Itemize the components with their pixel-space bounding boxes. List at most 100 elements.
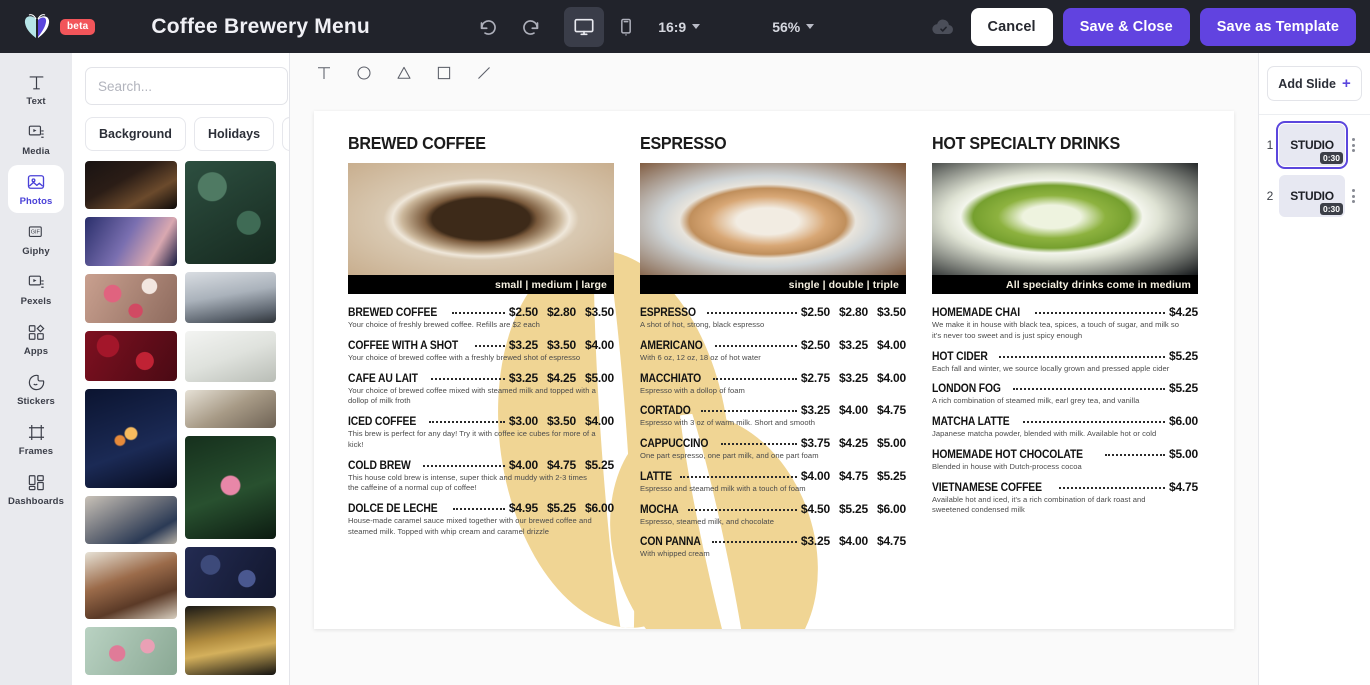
circle-tool-icon[interactable] xyxy=(352,61,376,85)
price: $4.00 xyxy=(584,337,614,352)
zoom-select[interactable]: 56% xyxy=(762,13,824,41)
sidebar-item-apps[interactable]: Apps xyxy=(8,315,64,363)
slide-options-icon[interactable] xyxy=(1349,185,1358,207)
add-slide-button[interactable]: Add Slide + xyxy=(1267,66,1362,101)
menu-item-row: CON PANNA $3.25 $4.00 $4.75 xyxy=(640,534,906,548)
cancel-button[interactable]: Cancel xyxy=(970,7,1053,46)
sidebar-item-pexels[interactable]: Pexels xyxy=(8,265,64,313)
shape-toolbar xyxy=(290,53,1258,93)
chip-background[interactable]: Background xyxy=(85,117,186,151)
brand[interactable]: beta xyxy=(22,13,96,41)
price: $3.25 xyxy=(800,403,830,418)
price: $3.25 xyxy=(508,370,538,385)
zoom-value: 56% xyxy=(772,18,801,35)
menu-item-row: CAPPUCCINO $3.75 $4.25 $5.00 xyxy=(640,436,906,450)
photo-thumbnail[interactable] xyxy=(85,331,177,381)
menu-item-row: LATTE $4.00 $4.75 $5.25 xyxy=(640,469,906,483)
item-prices: $5.25 xyxy=(1169,349,1198,363)
page-title[interactable]: Coffee Brewery Menu xyxy=(151,15,370,39)
category-chips: Background Holidays Block xyxy=(72,113,289,161)
leader-dots xyxy=(714,344,797,347)
price: $5.25 xyxy=(1168,381,1198,396)
photo-thumbnail[interactable] xyxy=(85,161,177,210)
item-prices: $5.25 xyxy=(1169,381,1198,395)
mobile-view-icon[interactable] xyxy=(606,7,646,47)
menu-item-row: BREWED COFFEE $2.50 $2.80 $3.50 xyxy=(348,305,614,319)
chip-holidays[interactable]: Holidays xyxy=(193,117,275,151)
save-and-close-button[interactable]: Save & Close xyxy=(1062,7,1190,46)
item-name: BREWED COFFEE xyxy=(348,307,438,319)
photo-thumbnail[interactable] xyxy=(184,331,276,382)
price: $4.95 xyxy=(508,501,538,516)
photo-thumbnail[interactable] xyxy=(85,217,177,267)
price: $2.50 xyxy=(508,305,538,319)
menu-item-row: LONDON FOG $5.25 xyxy=(932,381,1198,395)
text-tool-icon[interactable] xyxy=(312,61,336,85)
leader-dots xyxy=(701,410,797,413)
slide-canvas[interactable]: BREWED COFFEE small | medium | large BRE… xyxy=(314,111,1234,629)
photo-thumbnail[interactable] xyxy=(85,552,177,619)
photo-thumbnail[interactable] xyxy=(184,161,276,265)
photo-thumbnail[interactable] xyxy=(184,272,276,324)
menu-item-row: CAFE AU LAIT $3.25 $4.25 $5.00 xyxy=(348,371,614,385)
item-name: MOCHA xyxy=(640,503,679,516)
sidebar-item-frames[interactable]: Frames xyxy=(8,415,64,463)
menu-item-row: COFFEE WITH A SHOT $3.25 $3.50 $4.00 xyxy=(348,338,614,352)
photo-thumbnail[interactable] xyxy=(85,495,177,545)
column-title: BREWED COFFEE xyxy=(348,133,486,153)
photo-thumbnail[interactable] xyxy=(85,274,177,324)
photos-panel: Background Holidays Block xyxy=(72,53,312,685)
sidebar-item-text[interactable]: Text xyxy=(8,65,64,113)
item-prices: $3.25 $3.50 $4.00 xyxy=(509,338,614,352)
photo-thumbnail[interactable] xyxy=(184,547,276,598)
sidebar-item-photos[interactable]: Photos xyxy=(8,165,64,213)
photo-thumbnail[interactable] xyxy=(184,389,276,429)
sidebar-item-stickers[interactable]: Stickers xyxy=(8,365,64,413)
item-prices: $4.25 xyxy=(1169,305,1198,319)
column-band: All specialty drinks come in medium xyxy=(932,275,1198,294)
price: $3.50 xyxy=(546,337,576,352)
redo-icon[interactable] xyxy=(510,7,550,47)
line-tool-icon[interactable] xyxy=(472,61,496,85)
photo-thumbnail[interactable] xyxy=(184,436,276,540)
item-prices: $3.00 $3.50 $4.00 xyxy=(509,414,614,428)
item-prices: $4.00 $4.75 $5.25 xyxy=(801,469,906,483)
item-name: MACCHIATO xyxy=(640,372,702,385)
desktop-view-icon[interactable] xyxy=(564,6,605,47)
item-prices: $4.95 $5.25 $6.00 xyxy=(509,501,614,515)
sidebar-item-dashboards[interactable]: Dashboards xyxy=(8,465,64,513)
item-name: CORTADO xyxy=(640,405,691,418)
price: $3.50 xyxy=(876,305,906,319)
save-as-template-button[interactable]: Save as Template xyxy=(1199,7,1356,46)
menu-item-row: VIETNAMESE COFFEE $4.75 xyxy=(932,480,1198,494)
undo-icon[interactable] xyxy=(468,7,508,47)
photo-thumbnail[interactable] xyxy=(85,626,177,675)
chip-block[interactable]: Block xyxy=(282,117,289,151)
slide-options-icon[interactable] xyxy=(1349,134,1358,156)
square-tool-icon[interactable] xyxy=(432,61,456,85)
menu-item: BREWED COFFEE $2.50 $2.80 $3.50 Your cho… xyxy=(348,305,614,331)
aspect-ratio-select[interactable]: 16:9 xyxy=(648,13,710,41)
slides-panel: Add Slide + 1 STUDIO 0:30 2 STUDIO 0:30 xyxy=(1258,53,1370,685)
price: $5.00 xyxy=(584,370,614,385)
menu-item: HOMEMADE HOT CHOCOLATE $5.00 Blended in … xyxy=(932,447,1198,473)
price: $4.75 xyxy=(876,534,906,549)
price: $3.50 xyxy=(546,414,576,429)
sidebar-item-label: Photos xyxy=(19,195,53,207)
menu-item: DOLCE DE LECHE $4.95 $5.25 $6.00 House-m… xyxy=(348,501,614,538)
item-description: With 6 oz, 12 oz, 18 oz of hot water xyxy=(640,352,761,362)
leader-dots xyxy=(687,508,797,511)
slide-thumbnail[interactable]: STUDIO 0:30 xyxy=(1279,175,1345,217)
price: $5.25 xyxy=(838,501,868,516)
photo-thumbnail[interactable] xyxy=(85,388,177,488)
sidebar-item-giphy[interactable]: GIF Giphy xyxy=(8,215,64,263)
plus-icon: + xyxy=(1341,75,1351,92)
sidebar-item-label: Media xyxy=(22,145,50,157)
search-input[interactable] xyxy=(85,67,288,105)
sidebar-item-label: Dashboards xyxy=(8,495,64,507)
slide-thumbnail[interactable]: STUDIO 0:30 xyxy=(1276,121,1348,169)
triangle-tool-icon[interactable] xyxy=(392,61,416,85)
sidebar-item-media[interactable]: Media xyxy=(8,115,64,163)
photo-thumbnail[interactable] xyxy=(184,605,276,676)
item-description: Your choice of brewed coffee with a fres… xyxy=(348,352,581,362)
